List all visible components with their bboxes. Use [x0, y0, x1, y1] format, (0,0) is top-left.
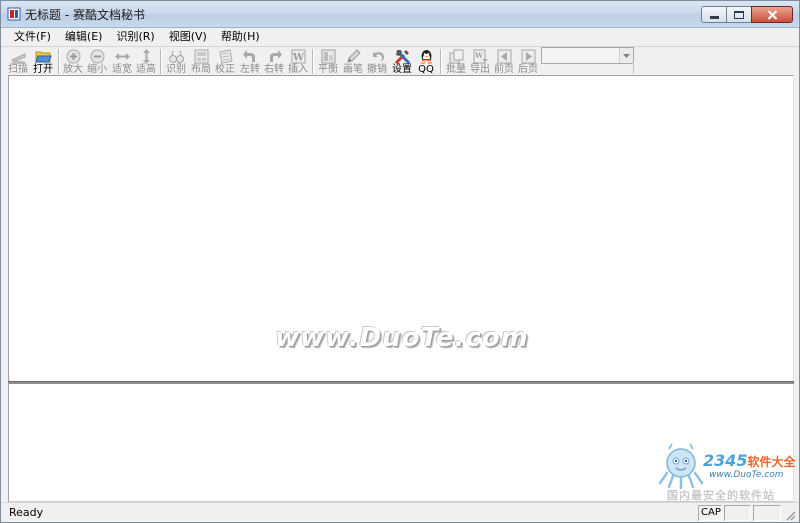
folder-open-icon — [34, 51, 52, 63]
logo-brand: 2345软件大全 — [703, 451, 796, 470]
zoom-in-button[interactable]: 放大 — [61, 47, 85, 76]
export-icon: W — [473, 49, 488, 64]
title-bar[interactable]: 无标题 - 赛酷文档秘书 — [1, 1, 799, 28]
app-icon — [7, 7, 21, 21]
close-icon — [767, 9, 777, 20]
batch-docs-icon — [449, 49, 463, 64]
toolbar-divider — [541, 62, 634, 74]
window-title: 无标题 - 赛酷文档秘书 — [25, 8, 145, 22]
status-text: Ready — [9, 506, 44, 519]
maximize-icon — [734, 10, 744, 19]
pencil-icon — [346, 49, 361, 63]
svg-text:W: W — [291, 53, 304, 64]
mascot-icon — [658, 443, 704, 489]
logo-number: 2345 — [703, 451, 748, 470]
tools-icon — [394, 50, 410, 65]
deskew-icon — [218, 49, 233, 64]
glasses-icon — [168, 50, 184, 63]
site-logo: 2345软件大全 www.DuoTe.com 国内最安全的软件站 — [651, 441, 799, 503]
insert-button[interactable]: W 插入 — [286, 47, 310, 76]
window-controls — [701, 6, 793, 23]
logo-url: www.DuoTe.com — [709, 470, 784, 480]
scanner-icon — [10, 53, 25, 64]
menu-view[interactable]: 视图(V) — [162, 28, 214, 46]
zoom-out-icon — [90, 49, 104, 64]
zoom-in-icon — [66, 49, 80, 64]
qq-button[interactable]: QQ — [414, 47, 438, 76]
chevron-down-icon[interactable] — [619, 48, 633, 63]
export-button[interactable]: W 导出 — [468, 47, 492, 76]
toolbar: 扫描 打开 放大 缩小 适宽 适高 识别 布局 校正 左转 右转 W 插入 平衡… — [1, 46, 799, 75]
minimize-icon — [709, 16, 719, 19]
menu-file[interactable]: 文件(F) — [7, 28, 58, 46]
fit-height-button[interactable]: 适高 — [134, 47, 158, 76]
rotate-right-icon — [269, 50, 282, 62]
menu-bar: 文件(F) 编辑(E) 识别(R) 视图(V) 帮助(H) — [1, 28, 799, 46]
close-button[interactable] — [751, 6, 793, 23]
undo-icon — [372, 52, 384, 62]
menu-help[interactable]: 帮助(H) — [214, 28, 267, 46]
layout-button[interactable]: 布局 — [189, 47, 213, 76]
balance-icon — [321, 49, 335, 64]
balance-button[interactable]: 平衡 — [316, 47, 340, 76]
status-scrl — [753, 505, 781, 521]
arrow-right-icon — [521, 49, 535, 64]
layout-icon — [194, 49, 208, 64]
batch-button[interactable]: 批量 — [444, 47, 468, 76]
watermark-text: www.DuoTe.com — [275, 323, 529, 353]
menu-edit[interactable]: 编辑(E) — [58, 28, 110, 46]
settings-button[interactable]: 设置 — [390, 47, 414, 76]
fit-width-icon — [114, 53, 130, 60]
rotate-left-icon — [242, 50, 255, 62]
recognize-button[interactable]: 识别 — [164, 47, 188, 76]
arrow-left-icon — [497, 49, 511, 64]
next-page-button[interactable]: 后页 — [516, 47, 540, 76]
rotate-left-button[interactable]: 左转 — [238, 47, 262, 76]
zoom-out-button[interactable]: 缩小 — [85, 47, 109, 76]
menu-recognize[interactable]: 识别(R) — [109, 28, 161, 46]
correct-button[interactable]: 校正 — [213, 47, 237, 76]
qq-penguin-icon — [420, 50, 432, 64]
brush-button[interactable]: 画笔 — [341, 47, 365, 76]
logo-slogan: 国内最安全的软件站 — [667, 489, 775, 502]
svg-text:W: W — [474, 51, 483, 60]
page-select-value — [542, 51, 545, 62]
minimize-button[interactable] — [701, 6, 727, 23]
fit-height-icon — [142, 49, 150, 64]
undo-button[interactable]: 撤销 — [365, 47, 389, 76]
rotate-right-button[interactable]: 右转 — [262, 47, 286, 76]
scan-button[interactable]: 扫描 — [6, 47, 30, 76]
status-bar: Ready CAP — [1, 502, 799, 522]
status-cap: CAP — [698, 505, 722, 521]
open-button[interactable]: 打开 — [31, 47, 55, 76]
logo-brand-text: 软件大全 — [747, 455, 796, 469]
maximize-button[interactable] — [726, 6, 752, 23]
word-doc-icon: W — [291, 49, 305, 64]
fit-width-button[interactable]: 适宽 — [110, 47, 134, 76]
resize-grip-icon[interactable] — [784, 509, 796, 521]
document-view[interactable]: www.DuoTe.com — [8, 75, 794, 381]
prev-page-button[interactable]: 前页 — [492, 47, 516, 76]
app-window: 无标题 - 赛酷文档秘书 文件(F) 编辑(E) 识别(R) 视图(V) 帮助(… — [0, 0, 800, 523]
status-num — [724, 505, 751, 521]
